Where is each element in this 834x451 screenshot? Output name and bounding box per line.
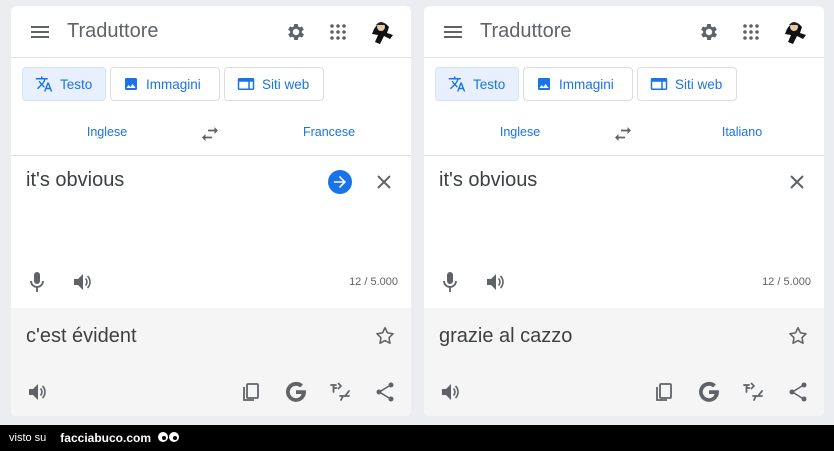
- star-icon[interactable]: [787, 325, 809, 347]
- swap-languages-icon[interactable]: [613, 125, 633, 141]
- tab-siti-web[interactable]: Siti web: [637, 67, 737, 101]
- translation-output: grazie al cazzo: [424, 308, 824, 416]
- tab-label: Testo: [60, 76, 93, 92]
- top-bar: Traduttore: [424, 6, 824, 58]
- close-icon[interactable]: [788, 173, 806, 191]
- apps-grid-icon[interactable]: [741, 22, 761, 42]
- copy-icon[interactable]: [240, 381, 262, 403]
- website-icon: [650, 78, 668, 90]
- tab-testo[interactable]: Testo: [435, 67, 519, 101]
- google-g-icon[interactable]: [697, 380, 721, 404]
- footer-site-name: facciabuco.com: [60, 431, 151, 445]
- app-title: Traduttore: [480, 20, 572, 42]
- translator-panel-right: Traduttore Testo Immagini Siti web Ingle…: [424, 6, 824, 416]
- image-icon: [125, 78, 137, 90]
- translation-output: c'est évident: [11, 308, 411, 416]
- translator-panel-left: Traduttore Testo Immagini Siti web Ingle…: [11, 6, 411, 416]
- tab-immagini[interactable]: Immagini: [523, 67, 633, 101]
- avatar[interactable]: [364, 15, 398, 49]
- share-icon[interactable]: [787, 381, 809, 403]
- tab-siti-web[interactable]: Siti web: [224, 67, 324, 101]
- star-icon[interactable]: [374, 325, 396, 347]
- feedback-icon[interactable]: [742, 381, 766, 403]
- gear-icon[interactable]: [698, 21, 720, 43]
- eyes-logo-icon: [158, 432, 179, 442]
- microphone-icon[interactable]: [28, 271, 46, 293]
- share-icon[interactable]: [374, 381, 396, 403]
- speaker-icon[interactable]: [484, 271, 506, 293]
- image-icon: [538, 78, 550, 90]
- close-icon[interactable]: [375, 173, 393, 191]
- tab-label: Immagini: [559, 76, 614, 92]
- tab-label: Immagini: [146, 76, 201, 92]
- translation-text: grazie al cazzo: [439, 325, 573, 347]
- source-text-input[interactable]: it's obvious: [439, 169, 537, 192]
- tab-immagini[interactable]: Immagini: [110, 67, 220, 101]
- footer-visto-su: visto su: [9, 432, 47, 444]
- gear-icon[interactable]: [285, 21, 307, 43]
- website-icon: [237, 78, 255, 90]
- avatar[interactable]: [777, 15, 811, 49]
- microphone-icon[interactable]: [441, 271, 459, 293]
- app-title: Traduttore: [67, 20, 159, 42]
- target-language[interactable]: Francese: [303, 125, 355, 139]
- top-bar: Traduttore: [11, 6, 411, 58]
- tab-label: Testo: [473, 76, 506, 92]
- translate-icon: [448, 76, 466, 92]
- translate-icon: [35, 76, 53, 92]
- speaker-icon[interactable]: [26, 381, 48, 403]
- menu-icon[interactable]: [442, 23, 464, 41]
- swap-languages-icon[interactable]: [200, 125, 220, 141]
- tab-label: Siti web: [675, 76, 723, 92]
- target-language[interactable]: Italiano: [722, 125, 762, 139]
- watermark-footer: visto su facciabuco.com: [0, 425, 834, 451]
- character-count: 12 / 5.000: [762, 276, 811, 288]
- google-g-icon[interactable]: [284, 380, 308, 404]
- language-bar: Inglese Italiano: [424, 110, 824, 156]
- apps-grid-icon[interactable]: [328, 22, 348, 42]
- translate-go-button[interactable]: [328, 170, 352, 194]
- language-bar: Inglese Francese: [11, 110, 411, 156]
- source-text-input[interactable]: it's obvious: [26, 169, 124, 192]
- feedback-icon[interactable]: [329, 381, 353, 403]
- menu-icon[interactable]: [29, 23, 51, 41]
- character-count: 12 / 5.000: [349, 276, 398, 288]
- tab-testo[interactable]: Testo: [22, 67, 106, 101]
- tab-label: Siti web: [262, 76, 310, 92]
- translation-text: c'est évident: [26, 325, 137, 347]
- copy-icon[interactable]: [653, 381, 675, 403]
- speaker-icon[interactable]: [71, 271, 93, 293]
- speaker-icon[interactable]: [439, 381, 461, 403]
- source-language[interactable]: Inglese: [500, 125, 540, 139]
- source-language[interactable]: Inglese: [87, 125, 127, 139]
